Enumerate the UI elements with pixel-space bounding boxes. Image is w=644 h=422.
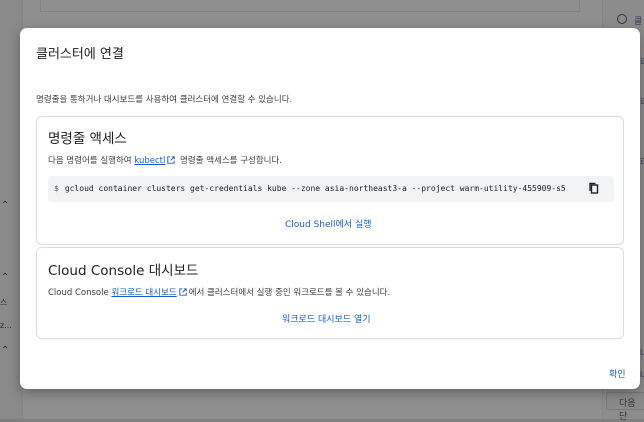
connect-cluster-dialog: 클러스터에 연결 명령줄을 통하거나 대시보드를 사용하여 클러스터에 연결할 … (20, 28, 640, 389)
right-panel-label: 리 (640, 155, 644, 168)
cli-access-title: 명령줄 액세스 (48, 131, 127, 147)
kubectl-link[interactable]: kubectl (134, 156, 165, 166)
confirm-button[interactable]: 확인 (609, 367, 626, 380)
workload-dashboard-link[interactable]: 워크로드 대시보드 (111, 288, 176, 298)
chevron-up-icon: ⌃ (1, 345, 10, 356)
console-dashboard-card: Cloud Console 대시보드 Cloud Console 워크로드 대시… (36, 247, 624, 339)
cli-access-card: 명령줄 액세스 다음 명령어를 실행하여 kubectl 명령줄 액세스를 구성… (36, 116, 624, 245)
right-panel-label: 나 (640, 368, 644, 381)
console-dashboard-description: Cloud Console 워크로드 대시보드 에서 클러스터에서 실행 중인 워… (48, 286, 390, 298)
console-desc-prefix: Cloud Console (48, 288, 112, 298)
right-panel-label: 리 (640, 95, 644, 108)
right-panel-label: 나 (640, 346, 644, 359)
open-workload-dashboard-button[interactable]: 워크로드 대시보드 열기 (282, 312, 371, 325)
dialog-title: 클러스터에 연결 (36, 47, 124, 62)
dialog-description: 명령줄을 통하거나 대시보드를 사용하여 클러스터에 연결할 수 있습니다. (36, 95, 293, 105)
command-block[interactable]: $ gcloud container clusters get-credentia… (48, 176, 614, 202)
gcloud-command: gcloud container clusters get-credential… (64, 184, 566, 193)
copy-icon[interactable] (588, 182, 600, 194)
cli-desc-prefix: 다음 명령어를 실행하여 (48, 156, 135, 166)
top-section (40, 0, 580, 12)
left-rail: ⌃ ⌃ 스 z... ⌃ (0, 0, 22, 419)
chevron-up-icon: ⌃ (1, 200, 10, 211)
console-dashboard-title: Cloud Console 대시보드 (48, 263, 199, 279)
shell-prompt: $ (54, 184, 59, 193)
run-in-cloud-shell-button[interactable]: Cloud Shell에서 실행 (285, 217, 372, 230)
next-button: 다음 단 (606, 392, 644, 422)
user-icon (617, 14, 627, 24)
cli-access-description: 다음 명령어를 실행하여 kubectl 명령줄 액세스를 구성합니다. (48, 154, 282, 166)
cli-desc-suffix: 명령줄 액세스를 구성합니다. (177, 156, 283, 166)
left-rail-item: z... (0, 321, 12, 330)
console-desc-suffix: 에서 클러스터에서 실행 중인 워크로드를 볼 수 있습니다. (188, 288, 391, 298)
right-panel-label: 리 (640, 55, 644, 68)
right-panel-label: 클 (634, 17, 643, 27)
external-link-icon (167, 156, 176, 164)
left-rail-item: 스 (0, 298, 8, 307)
chevron-up-icon: ⌃ (1, 272, 10, 283)
external-link-icon (179, 288, 187, 296)
